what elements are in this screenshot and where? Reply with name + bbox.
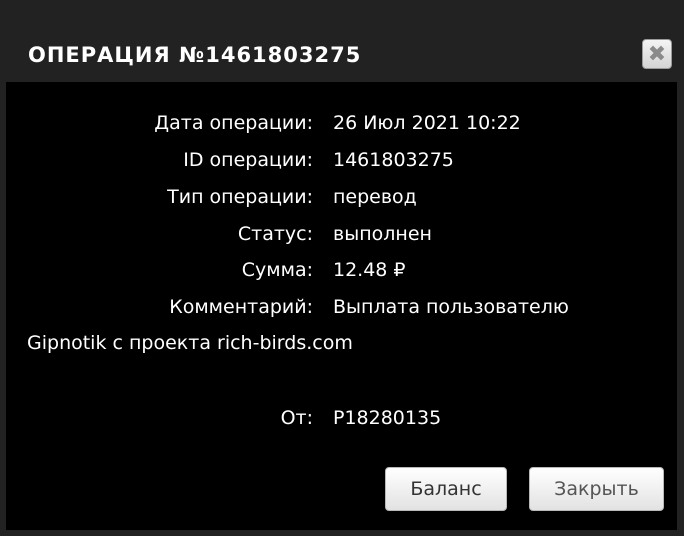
type-label: Тип операции: xyxy=(167,186,313,208)
operation-dialog: ОПЕРАЦИЯ №1461803275 ✖ Дата операции: 26… xyxy=(0,0,684,536)
from-value: P18280135 xyxy=(333,407,442,429)
date-label: Дата операции: xyxy=(154,112,313,134)
id-label: ID операции: xyxy=(183,149,313,171)
detail-row-from: От: P18280135 xyxy=(6,407,677,437)
comment-value: Выплата пользователю xyxy=(333,296,569,318)
detail-row-date: Дата операции: 26 Июл 2021 10:22 xyxy=(6,112,677,142)
detail-row-sum: Сумма: 12.48 ₽ xyxy=(6,259,677,289)
detail-row-id: ID операции: 1461803275 xyxy=(6,149,677,179)
close-button[interactable]: Закрыть xyxy=(529,467,664,511)
balance-button[interactable]: Баланс xyxy=(385,467,507,511)
dialog-content: Дата операции: 26 Июл 2021 10:22 ID опер… xyxy=(6,82,677,530)
dialog-titlebar: ОПЕРАЦИЯ №1461803275 ✖ xyxy=(0,0,684,82)
sum-label: Сумма: xyxy=(241,259,313,281)
detail-row-status: Статус: выполнен xyxy=(6,223,677,253)
dialog-title: ОПЕРАЦИЯ №1461803275 xyxy=(28,43,362,67)
from-label: От: xyxy=(280,407,313,429)
date-value: 26 Июл 2021 10:22 xyxy=(333,112,521,134)
id-value: 1461803275 xyxy=(333,149,454,171)
status-label: Статус: xyxy=(237,223,313,245)
detail-row-type: Тип операции: перевод xyxy=(6,186,677,216)
comment-continuation: Gipnotik с проекта rich-birds.com xyxy=(27,332,353,354)
comment-label: Комментарий: xyxy=(169,296,313,318)
detail-row-comment: Комментарий: Выплата пользователю xyxy=(6,296,677,326)
type-value: перевод xyxy=(333,186,417,208)
status-value: выполнен xyxy=(333,223,432,245)
close-icon[interactable]: ✖ xyxy=(642,39,672,69)
sum-value: 12.48 ₽ xyxy=(333,259,406,281)
